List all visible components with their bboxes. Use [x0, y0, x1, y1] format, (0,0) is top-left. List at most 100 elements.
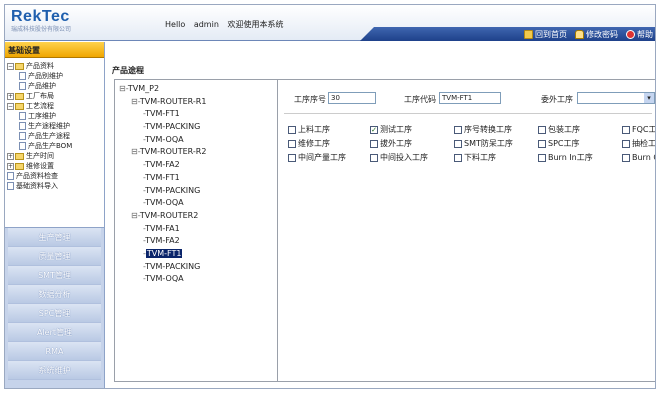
route-tree-node[interactable]: ⊟-TVM-ROUTER-R1	[119, 97, 206, 110]
outsource-select[interactable]: ▾	[577, 92, 655, 104]
expand-icon[interactable]: +	[7, 162, 14, 170]
operation-checkbox[interactable]: 中间产量工序	[288, 152, 346, 163]
route-tree-node[interactable]: -TVM-OQA	[119, 135, 206, 148]
lock-icon	[575, 30, 584, 39]
route-tree-node[interactable]: -TVM-OQA	[119, 274, 206, 287]
operation-checkbox[interactable]: ✓ 测试工序	[370, 124, 412, 135]
chevron-down-icon[interactable]: ▾	[644, 93, 654, 103]
sidebar-tree-item[interactable]: 产品资料检查	[7, 171, 102, 181]
checkbox-label: 拔外工序	[380, 139, 412, 148]
divider	[284, 113, 652, 114]
sidebar-section[interactable]: 质量管理	[8, 247, 101, 266]
checkbox-icon[interactable]	[370, 139, 378, 148]
route-tree-node[interactable]: -TVM-FT1	[119, 173, 206, 186]
sidebar-tree-item[interactable]: 产品生产BOM	[7, 141, 102, 151]
sidebar-tree-item[interactable]: 产品维护	[7, 81, 102, 91]
route-tree-node[interactable]: -TVM-FA2	[119, 160, 206, 173]
operation-checkbox[interactable]: 中间投入工序	[370, 152, 428, 163]
sidebar-tree-item[interactable]: + 工厂布局	[7, 91, 102, 101]
document-icon	[19, 72, 26, 80]
seq-input[interactable]: 30	[328, 92, 376, 104]
sidebar-section[interactable]: RMA	[8, 342, 101, 361]
route-tree-node[interactable]: -TVM-FT1	[119, 248, 206, 262]
checkbox-icon[interactable]	[622, 153, 630, 162]
help-link[interactable]: 帮助	[626, 29, 653, 40]
code-input[interactable]: TVM-FT1	[439, 92, 501, 104]
route-tree-node[interactable]: -TVM-OQA	[119, 198, 206, 211]
operation-checkbox[interactable]: 拔外工序	[370, 138, 412, 149]
sidebar-tree-item[interactable]: 产品别维护	[7, 71, 102, 81]
sidebar-tree-label: 产品别维护	[28, 72, 63, 80]
route-tree-node[interactable]: -TVM-PACKING	[119, 262, 206, 275]
checkbox-icon[interactable]	[454, 139, 462, 148]
change-password-link[interactable]: 修改密码	[575, 29, 618, 40]
home-link-label: 回到首页	[535, 30, 567, 39]
checkbox-icon[interactable]	[538, 139, 546, 148]
checkbox-icon[interactable]	[538, 153, 546, 162]
collapse-icon[interactable]: −	[7, 62, 14, 70]
folder-icon	[15, 152, 24, 160]
sidebar-section[interactable]: Alert管理	[8, 323, 101, 342]
document-icon	[19, 132, 26, 140]
sidebar-tree-item[interactable]: + 生产时间	[7, 151, 102, 161]
operation-checkbox[interactable]: 下料工序	[454, 152, 496, 163]
sidebar-section[interactable]: 系统维护	[8, 361, 101, 380]
operation-checkbox[interactable]: SPC工序	[538, 138, 580, 149]
operation-checkbox[interactable]: 序号转换工序	[454, 124, 512, 135]
sidebar-tree-label: 生产途程维护	[28, 122, 70, 130]
sidebar-tree: − 产品资料 产品别维护 产品维护 + 工厂布局 − 工艺流程 工序维护 生产途程维护 产品生产途程…	[5, 58, 104, 228]
sidebar-section[interactable]: 数据分析	[8, 285, 101, 304]
sidebar-section[interactable]: SPC管理	[8, 304, 101, 323]
collapse-icon[interactable]: −	[7, 102, 14, 110]
operation-checkbox[interactable]: Burn In工序	[538, 152, 593, 163]
sidebar-tree-item[interactable]: 产品生产途程	[7, 131, 102, 141]
checkbox-label: 中间投入工序	[380, 153, 428, 162]
checkbox-icon[interactable]	[454, 125, 462, 134]
route-tree-label: TVM-ROUTER-R2	[139, 147, 207, 157]
home-link[interactable]: 回到首页	[524, 29, 567, 40]
route-tree-label: TVM-FT1	[145, 109, 180, 119]
operation-checkbox[interactable]: 包装工序	[538, 124, 580, 135]
route-tree-node[interactable]: -TVM-PACKING	[119, 122, 206, 135]
route-tree: ⊟-TVM_P2 ⊟-TVM-ROUTER-R1 -TVM-FT1 -TVM-PACK…	[119, 84, 206, 287]
operation-checkbox[interactable]: 上料工序	[288, 124, 330, 135]
sidebar-tree-item[interactable]: 基础资料导入	[7, 181, 102, 191]
sidebar-title[interactable]: 基础设置	[5, 42, 104, 58]
route-tree-node[interactable]: ⊟-TVM-ROUTER-R2	[119, 147, 206, 160]
sidebar-tree-item[interactable]: 生产途程维护	[7, 121, 102, 131]
route-tree-node[interactable]: ⊟-TVM-ROUTER2	[119, 211, 206, 224]
route-tree-node[interactable]: -TVM-FT1	[119, 109, 206, 122]
operation-checkbox[interactable]: FQC工序	[622, 124, 655, 135]
checkbox-label: Burn Out工序	[632, 153, 655, 162]
sidebar: 基础设置 − 产品资料 产品别维护 产品维护 + 工厂布局 − 工艺流程 工序维护 生产途程维护产…	[5, 42, 105, 388]
sidebar-tree-item[interactable]: + 维修设置	[7, 161, 102, 171]
sidebar-section[interactable]: 生产管理	[8, 228, 101, 247]
checkbox-checked-icon[interactable]: ✓	[370, 125, 378, 134]
operation-checkbox[interactable]: 维修工序	[288, 138, 330, 149]
help-link-label: 帮助	[637, 30, 653, 39]
route-tree-node[interactable]: ⊟-TVM_P2	[119, 84, 206, 97]
route-tree-node[interactable]: -TVM-FA2	[119, 236, 206, 249]
route-tree-label: TVM-FT1	[145, 248, 183, 258]
expand-icon[interactable]: +	[7, 152, 14, 160]
operation-form: 工序序号 30 工序代码 TVM-FT1 委外工序 ▾ 上料工序 ✓ 测试工序 序号转…	[278, 79, 655, 382]
expand-icon[interactable]: +	[7, 92, 14, 100]
sidebar-section[interactable]: SMT管理	[8, 266, 101, 285]
checkbox-icon[interactable]	[288, 153, 296, 162]
route-tree-node[interactable]: -TVM-FA1	[119, 224, 206, 237]
checkbox-icon[interactable]	[370, 153, 378, 162]
checkbox-icon[interactable]	[622, 139, 630, 148]
checkbox-icon[interactable]	[288, 139, 296, 148]
checkbox-icon[interactable]	[288, 125, 296, 134]
checkbox-icon[interactable]	[622, 125, 630, 134]
sidebar-tree-item[interactable]: − 工艺流程	[7, 101, 102, 111]
operation-checkbox[interactable]: 抽检工序	[622, 138, 655, 149]
operation-checkbox[interactable]: SMT防呆工序	[454, 138, 513, 149]
route-tree-node[interactable]: -TVM-PACKING	[119, 186, 206, 199]
sidebar-tree-item[interactable]: − 产品资料	[7, 61, 102, 71]
checkbox-icon[interactable]	[538, 125, 546, 134]
code-label: 工序代码	[404, 95, 436, 104]
operation-checkbox[interactable]: Burn Out工序	[622, 152, 655, 163]
sidebar-tree-item[interactable]: 工序维护	[7, 111, 102, 121]
checkbox-icon[interactable]	[454, 153, 462, 162]
